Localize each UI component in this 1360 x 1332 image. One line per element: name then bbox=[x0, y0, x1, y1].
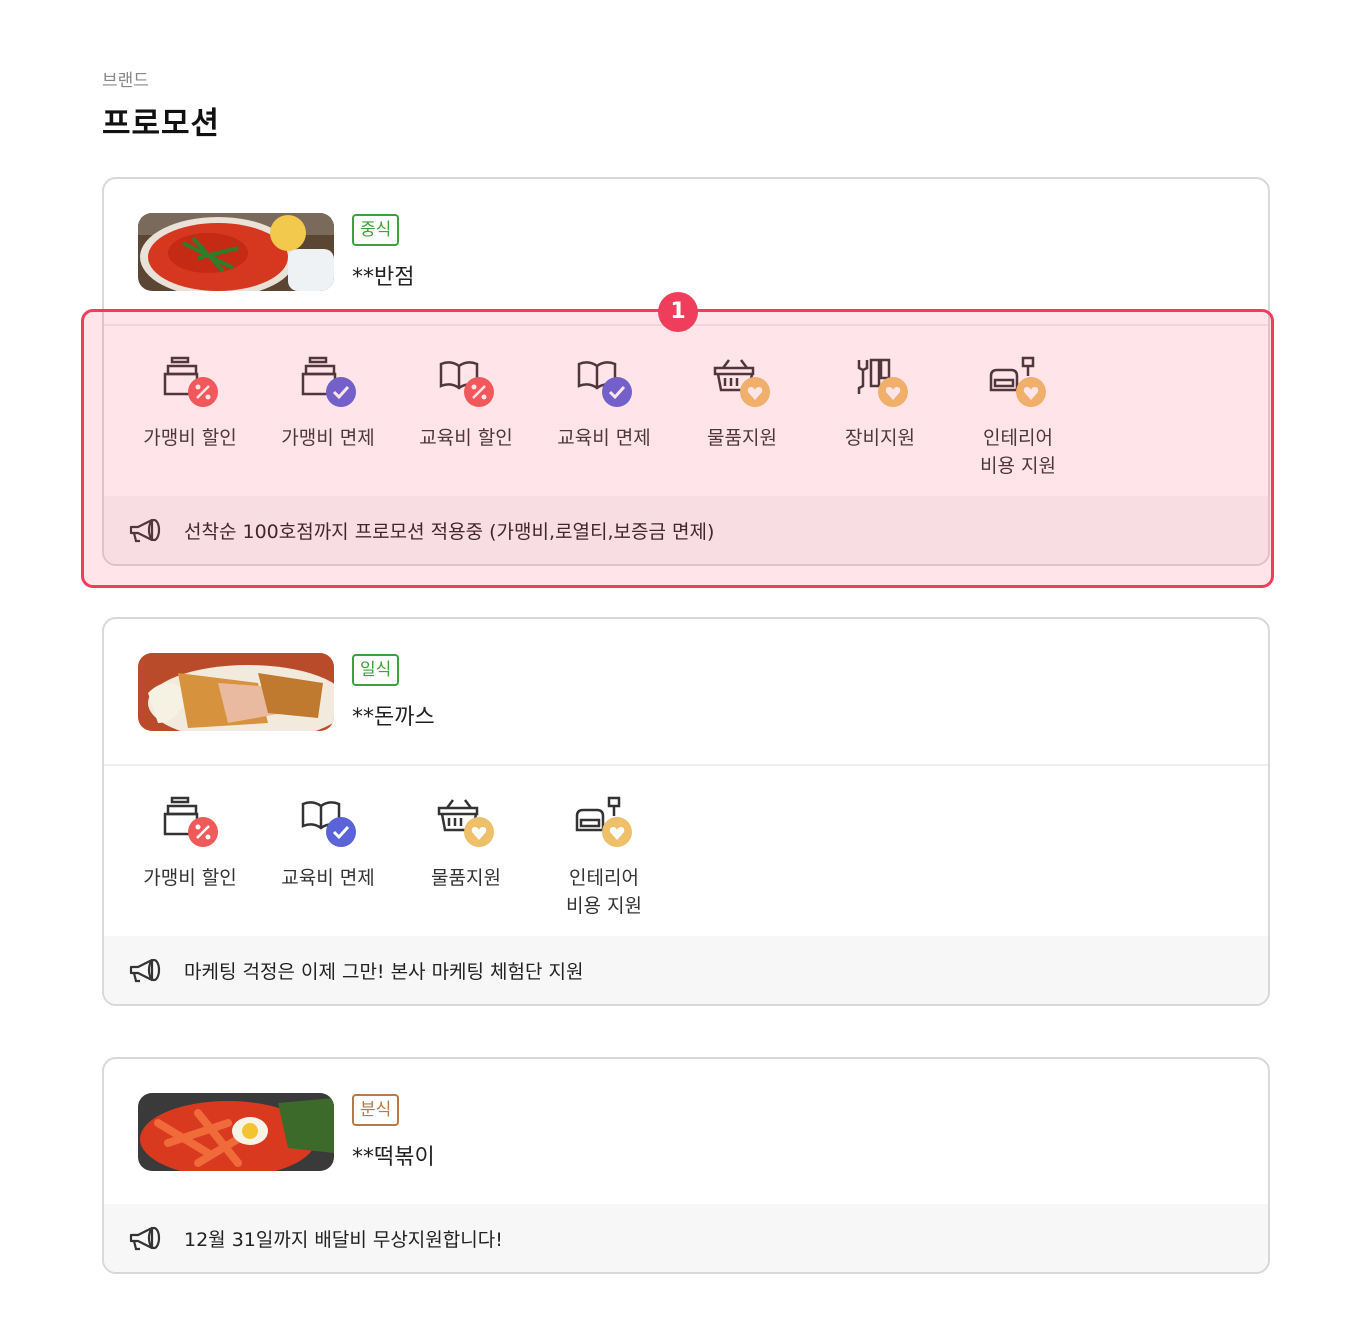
highlight-box bbox=[81, 309, 1274, 588]
megaphone-icon bbox=[128, 957, 162, 983]
benefit-item: 교육비 면제 bbox=[259, 766, 397, 937]
notice-text: 마케팅 걱정은 이제 그만! 본사 마케팅 체험단 지원 bbox=[184, 960, 584, 983]
card-header: 일식 **돈까스 bbox=[104, 619, 1268, 764]
category-badge: 중식 bbox=[352, 214, 400, 246]
benefit-label: 교육비 면제 bbox=[281, 867, 375, 889]
benefit-label: 인테리어 비용 지원 bbox=[566, 867, 642, 917]
benefit-label: 물품지원 bbox=[431, 867, 501, 889]
category-badge: 분식 bbox=[352, 1094, 400, 1126]
brand-name[interactable]: **떡볶이 bbox=[352, 1139, 435, 1171]
franchise-fee-discount-icon bbox=[159, 796, 221, 852]
promotion-card[interactable]: 일식 **돈까스 가맹비 할인 교육비 면제 물품지원 인테리어 비용 지원 마… bbox=[102, 617, 1270, 1006]
brand-thumbnail bbox=[138, 213, 334, 291]
page-title: 프로모션 bbox=[102, 106, 221, 142]
category-badge: 일식 bbox=[352, 654, 400, 686]
notice-text: 12월 31일까지 배달비 무상지원합니다! bbox=[184, 1228, 503, 1251]
benefit-item: 물품지원 bbox=[397, 766, 535, 937]
brand-name[interactable]: **돈까스 bbox=[352, 699, 435, 731]
breadcrumb: 브랜드 bbox=[102, 71, 149, 91]
promotion-card[interactable]: 분식 **떡볶이 12월 31일까지 배달비 무상지원합니다! bbox=[102, 1057, 1270, 1274]
benefit-label: 가맹비 할인 bbox=[143, 867, 237, 889]
annotation-marker: 1 bbox=[658, 292, 698, 332]
goods-support-icon bbox=[435, 796, 497, 852]
education-fee-exempt-icon bbox=[297, 796, 359, 852]
promo-notice: 12월 31일까지 배달비 무상지원합니다! bbox=[104, 1204, 1268, 1272]
benefit-item: 인테리어 비용 지원 bbox=[535, 766, 673, 937]
megaphone-icon bbox=[128, 1225, 162, 1251]
brand-name[interactable]: **반점 bbox=[352, 259, 414, 291]
promo-notice: 마케팅 걱정은 이제 그만! 본사 마케팅 체험단 지원 bbox=[104, 936, 1268, 1004]
brand-thumbnail bbox=[138, 653, 334, 731]
brand-thumbnail bbox=[138, 1093, 334, 1171]
benefit-item: 가맹비 할인 bbox=[121, 766, 259, 937]
benefit-list: 가맹비 할인 교육비 면제 물품지원 인테리어 비용 지원 bbox=[104, 766, 673, 937]
interior-support-icon bbox=[573, 796, 635, 852]
card-header: 분식 **떡볶이 bbox=[104, 1059, 1268, 1204]
